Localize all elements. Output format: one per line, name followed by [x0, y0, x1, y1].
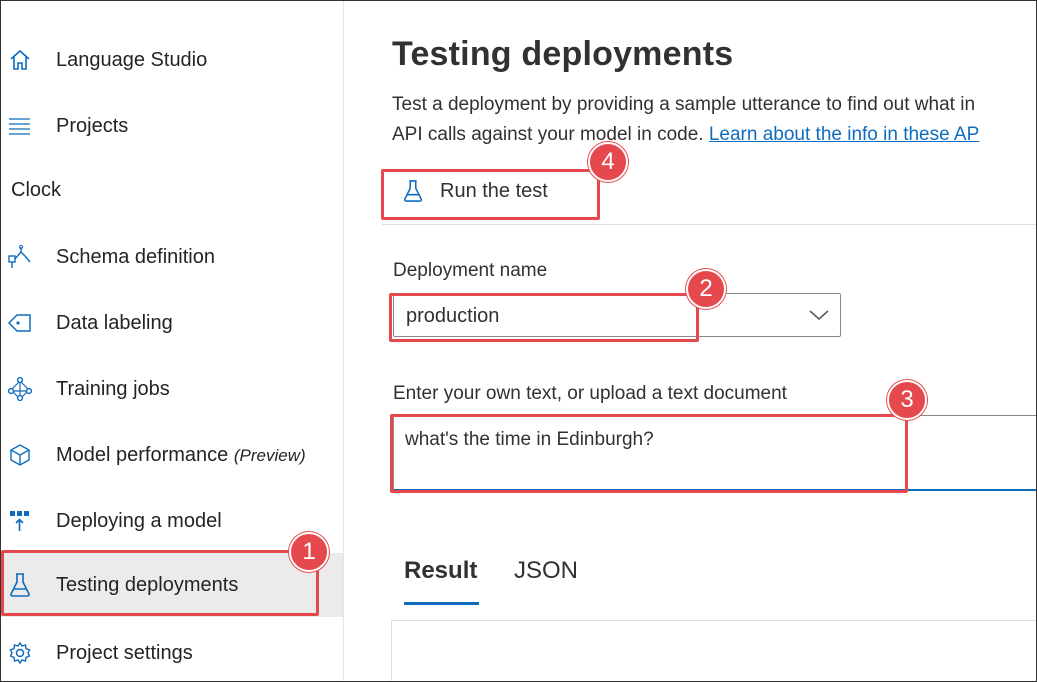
- sidebar-item-label: Training jobs: [56, 377, 170, 400]
- sidebar-item-data-labeling[interactable]: Data labeling: [1, 297, 343, 349]
- sidebar-item-label: Schema definition: [56, 245, 215, 268]
- cube-icon: [7, 442, 33, 468]
- deployment-name-label: Deployment name: [393, 260, 548, 281]
- sidebar-item-label: Project settings: [56, 641, 193, 664]
- tag-icon: [7, 310, 33, 336]
- tab-result[interactable]: Result: [404, 557, 477, 585]
- annotation-highlight-4: [381, 169, 600, 220]
- annotation-highlight-3: [390, 414, 908, 493]
- network-icon: [7, 376, 33, 402]
- tab-json[interactable]: JSON: [514, 557, 578, 585]
- home-icon: [7, 47, 33, 73]
- project-name: Clock: [11, 179, 62, 201]
- app-window: Language Studio Projects Clock Schema de…: [0, 0, 1037, 682]
- list-icon: [7, 113, 33, 139]
- description-text: API calls against your model in code.: [392, 124, 704, 145]
- chevron-down-icon: [808, 306, 830, 324]
- sidebar-item-label: Model performance: [56, 443, 229, 466]
- learn-more-link[interactable]: Learn about the info in these AP: [709, 124, 979, 145]
- annotation-badge-3: 3: [887, 380, 927, 420]
- sidebar-item-label: Data labeling: [56, 311, 173, 334]
- description-line-1: Test a deployment by providing a sample …: [392, 94, 976, 115]
- sidebar-item-project-settings[interactable]: Project settings: [1, 627, 343, 679]
- sidebar-item-projects[interactable]: Projects: [1, 100, 343, 152]
- annotation-badge-2: 2: [686, 269, 726, 309]
- description-line-2: API calls against your model in code. Le…: [392, 120, 979, 150]
- preview-tag: (Preview): [233, 445, 306, 465]
- annotation-highlight-2: [389, 293, 699, 342]
- sidebar-item-label: Deploying a model: [56, 509, 222, 532]
- sidebar-item-label-wrap: Model performance (Preview): [56, 444, 306, 467]
- page-title: Testing deployments: [392, 35, 734, 73]
- annotation-highlight-1: [1, 550, 319, 616]
- schema-icon: [7, 244, 33, 270]
- deploy-icon: [7, 508, 33, 534]
- page-description: Test a deployment by providing a sample …: [392, 90, 979, 150]
- annotation-badge-1: 1: [289, 532, 329, 572]
- sidebar-item-model-performance[interactable]: Model performance (Preview): [1, 429, 343, 481]
- sidebar-item-schema-definition[interactable]: Schema definition: [1, 231, 343, 283]
- gear-icon: [7, 640, 33, 666]
- text-input-label: Enter your own text, or upload a text do…: [393, 383, 787, 404]
- sidebar-item-label: Language Studio: [56, 48, 208, 71]
- annotation-badge-4: 4: [588, 142, 628, 182]
- sidebar-item-training-jobs[interactable]: Training jobs: [1, 363, 343, 415]
- active-tab-indicator: [404, 602, 479, 605]
- result-panel: [391, 620, 1036, 681]
- toolbar-divider: [382, 224, 1036, 225]
- sidebar-item-label: Projects: [56, 114, 129, 137]
- sidebar-item-language-studio[interactable]: Language Studio: [1, 34, 343, 86]
- sidebar-item-deploying-a-model[interactable]: Deploying a model: [1, 495, 343, 547]
